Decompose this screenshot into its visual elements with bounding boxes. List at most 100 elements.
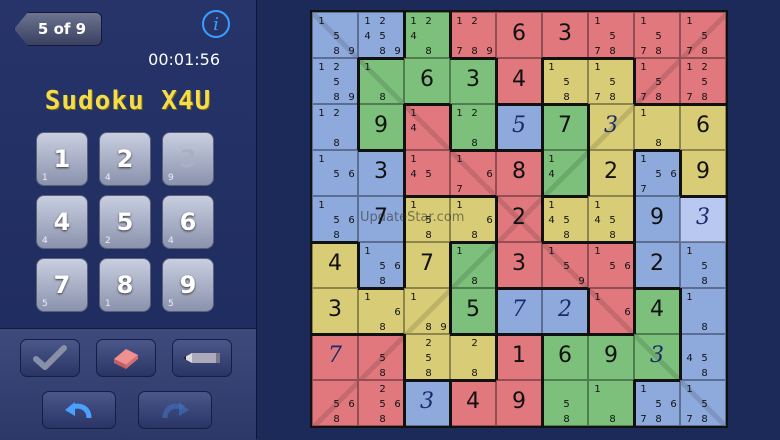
grid-cell[interactable]: 158158 — [680, 242, 726, 288]
grid-cell[interactable]: 128128 — [450, 104, 496, 150]
grid-cell[interactable]: 9 — [588, 334, 634, 380]
candidate-digit: 8 — [333, 92, 340, 103]
region-border — [312, 241, 358, 244]
grid-cell[interactable]: 15671567 — [634, 150, 680, 196]
grid-cell[interactable]: 7 — [542, 104, 588, 150]
grid-cell[interactable]: 5858 — [542, 380, 588, 426]
keypad-9-button[interactable]: 95 — [162, 258, 214, 312]
grid-cell[interactable]: 158158 — [542, 58, 588, 104]
grid-cell[interactable]: 1414 — [542, 150, 588, 196]
grid-cell[interactable]: 189189 — [404, 288, 450, 334]
grid-cell[interactable]: 2 — [588, 150, 634, 196]
back-button[interactable]: 5 of 9 — [14, 12, 102, 46]
grid-cell[interactable]: 124589124589 — [358, 12, 404, 58]
grid-cell[interactable]: 3 — [312, 288, 358, 334]
grid-cell[interactable]: 2828 — [450, 334, 496, 380]
grid-cell[interactable]: 9 — [358, 104, 404, 150]
grid-cell[interactable]: 14581458 — [542, 196, 588, 242]
grid-cell[interactable]: 6 — [542, 334, 588, 380]
grid-cell[interactable]: 4 — [312, 242, 358, 288]
grid-cell[interactable]: 1257812578 — [680, 58, 726, 104]
grid-cell[interactable]: 9 — [680, 150, 726, 196]
grid-cell[interactable]: 6 — [404, 58, 450, 104]
grid-cell[interactable]: 5 — [450, 288, 496, 334]
grid-cell[interactable]: 3 — [404, 380, 450, 426]
grid-cell[interactable]: 15781578 — [634, 58, 680, 104]
grid-cell[interactable]: 156156 — [588, 242, 634, 288]
grid-cell[interactable]: 9 — [496, 380, 542, 426]
grid-cell[interactable]: 128128 — [312, 104, 358, 150]
grid-cell[interactable]: 15891589 — [312, 12, 358, 58]
candidate-digit: 5 — [333, 77, 340, 88]
grid-cell[interactable]: 168168 — [358, 288, 404, 334]
redo-button[interactable] — [138, 391, 212, 429]
keypad-6-button[interactable]: 64 — [162, 195, 214, 249]
grid-cell[interactable]: 15681568 — [312, 196, 358, 242]
grid-cell[interactable]: 8 — [496, 150, 542, 196]
grid-cell[interactable]: 167167 — [450, 150, 496, 196]
grid-cell[interactable]: 7 — [496, 288, 542, 334]
grid-cell[interactable]: 3 — [496, 242, 542, 288]
grid-cell[interactable]: 15681568 — [358, 242, 404, 288]
grid-cell[interactable]: 7 — [312, 334, 358, 380]
grid-cell[interactable]: 3 — [680, 196, 726, 242]
grid-cell[interactable]: 2 — [542, 288, 588, 334]
grid-cell[interactable]: 1818 — [588, 380, 634, 426]
erase-button[interactable] — [96, 339, 156, 377]
grid-cell[interactable]: 1616 — [588, 288, 634, 334]
grid-cell[interactable]: 258258 — [404, 334, 450, 380]
keypad-8-button[interactable]: 81 — [99, 258, 151, 312]
grid-cell[interactable]: 1 — [496, 334, 542, 380]
candidate-digit: 8 — [333, 414, 340, 425]
pencil-button[interactable] — [172, 339, 232, 377]
undo-button[interactable] — [42, 391, 116, 429]
grid-cell[interactable]: 12481248 — [404, 12, 450, 58]
grid-cell[interactable]: 4 — [634, 288, 680, 334]
grid-cell[interactable]: 1567815678 — [634, 380, 680, 426]
grid-cell[interactable]: 568568 — [312, 380, 358, 426]
keypad-2-button[interactable]: 24 — [99, 132, 151, 186]
grid-cell[interactable]: 3 — [634, 334, 680, 380]
grid-cell[interactable]: 15781578 — [680, 380, 726, 426]
grid-cell[interactable]: 1818 — [634, 104, 680, 150]
grid-cell[interactable]: 2 — [496, 196, 542, 242]
grid-cell[interactable]: 3 — [588, 104, 634, 150]
grid-cell[interactable]: 6 — [680, 104, 726, 150]
grid-cell[interactable]: 1258912589 — [312, 58, 358, 104]
grid-cell[interactable]: 159159 — [542, 242, 588, 288]
grid-cell[interactable]: 1818 — [450, 242, 496, 288]
keypad-1-button[interactable]: 11 — [36, 132, 88, 186]
grid-cell[interactable]: 1414 — [404, 104, 450, 150]
grid-cell[interactable]: 145145 — [404, 150, 450, 196]
check-button[interactable] — [20, 339, 80, 377]
grid-cell[interactable]: 156156 — [312, 150, 358, 196]
grid-cell[interactable]: 15781578 — [588, 58, 634, 104]
grid-cell[interactable]: 4 — [496, 58, 542, 104]
grid-cell[interactable]: 6 — [496, 12, 542, 58]
grid-cell[interactable]: 15781578 — [634, 12, 680, 58]
grid-cell[interactable]: 7 — [404, 242, 450, 288]
grid-cell[interactable]: 15781578 — [588, 12, 634, 58]
grid-cell[interactable]: 3 — [450, 58, 496, 104]
region-border — [403, 104, 406, 150]
grid-cell[interactable]: 1818 — [680, 288, 726, 334]
candidate-digit: 1 — [456, 246, 463, 257]
grid-cell[interactable]: 5858 — [358, 334, 404, 380]
grid-cell[interactable]: 1818 — [358, 58, 404, 104]
keypad-4-button[interactable]: 44 — [36, 195, 88, 249]
keypad-3-button[interactable]: 39 — [162, 132, 214, 186]
keypad-7-button[interactable]: 75 — [36, 258, 88, 312]
info-icon[interactable]: i — [202, 10, 230, 38]
grid-cell[interactable]: 3 — [358, 150, 404, 196]
keypad-5-button[interactable]: 52 — [99, 195, 151, 249]
grid-cell[interactable]: 458458 — [680, 334, 726, 380]
grid-cell[interactable]: 4 — [450, 380, 496, 426]
grid-cell[interactable]: 2 — [634, 242, 680, 288]
grid-cell[interactable]: 14581458 — [588, 196, 634, 242]
grid-cell[interactable]: 9 — [634, 196, 680, 242]
grid-cell[interactable]: 1278912789 — [450, 12, 496, 58]
grid-cell[interactable]: 25682568 — [358, 380, 404, 426]
grid-cell[interactable]: 5 — [496, 104, 542, 150]
grid-cell[interactable]: 3 — [542, 12, 588, 58]
grid-cell[interactable]: 15781578 — [680, 12, 726, 58]
